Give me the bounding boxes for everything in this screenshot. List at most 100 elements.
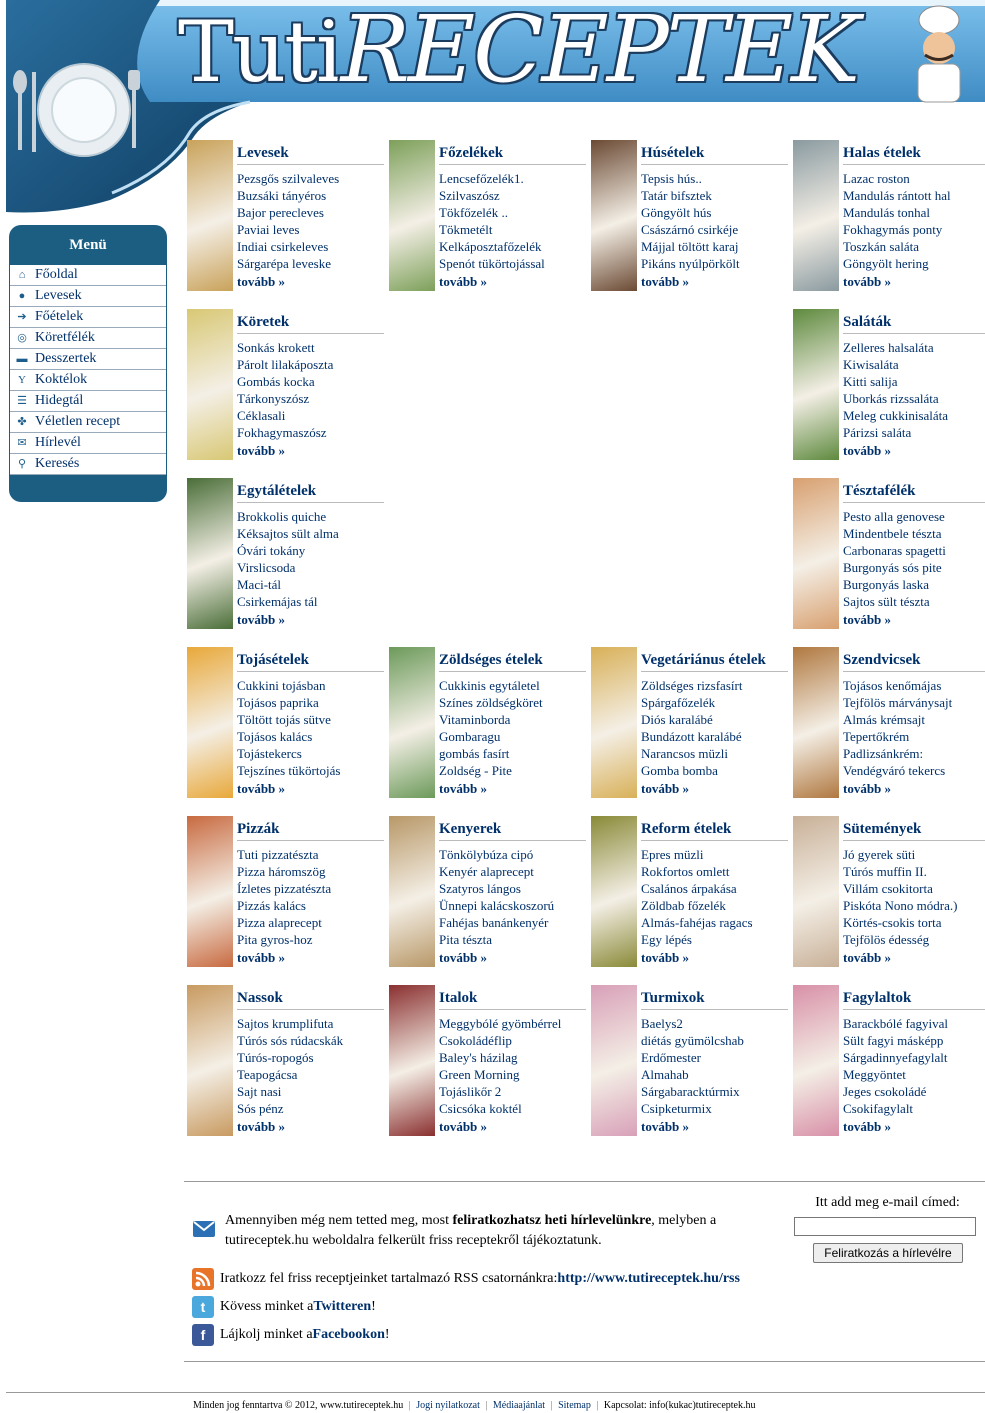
more-link[interactable]: tovább »: [843, 274, 891, 290]
category-thumbnail[interactable]: [591, 985, 637, 1136]
menu-item-1[interactable]: ● Levesek: [10, 286, 166, 307]
recipe-link[interactable]: Bajor perecleves: [237, 204, 339, 221]
category-thumbnail[interactable]: [389, 816, 435, 967]
recipe-link[interactable]: Sonkás krokett: [237, 339, 333, 356]
category-thumbnail[interactable]: [793, 816, 839, 967]
recipe-link[interactable]: Gombás kocka: [237, 373, 333, 390]
recipe-link[interactable]: Tojásos kalács: [237, 728, 340, 745]
category-title[interactable]: Kenyerek: [439, 821, 586, 841]
recipe-link[interactable]: Sárgadinnyefagylalt: [843, 1049, 948, 1066]
recipe-link[interactable]: Kitti salija: [843, 373, 948, 390]
recipe-link[interactable]: Túrós-ropogós: [237, 1049, 343, 1066]
category-thumbnail[interactable]: [793, 478, 839, 629]
recipe-link[interactable]: Csicsóka koktél: [439, 1100, 561, 1117]
recipe-link[interactable]: Zöldbab főzelék: [641, 897, 753, 914]
recipe-link[interactable]: Pesto alla genovese: [843, 508, 946, 525]
more-link[interactable]: tovább »: [641, 950, 689, 966]
recipe-link[interactable]: Erdőmester: [641, 1049, 744, 1066]
sitemap-link[interactable]: Sitemap: [558, 1400, 591, 1411]
category-title[interactable]: Köretek: [237, 314, 384, 334]
recipe-link[interactable]: Párolt lilakáposzta: [237, 356, 333, 373]
recipe-link[interactable]: Meggyöntet: [843, 1066, 948, 1083]
category-title[interactable]: Főzelékek: [439, 145, 586, 165]
recipe-link[interactable]: Padlizsánkrém:: [843, 745, 952, 762]
category-thumbnail[interactable]: [591, 647, 637, 798]
recipe-link[interactable]: Virslicsoda: [237, 559, 339, 576]
facebook-link[interactable]: Facebookon: [313, 1327, 385, 1343]
recipe-link[interactable]: Jeges csokoládé: [843, 1083, 948, 1100]
recipe-link[interactable]: Maci-tál: [237, 576, 339, 593]
recipe-link[interactable]: Burgonyás laska: [843, 576, 946, 593]
recipe-link[interactable]: Barackbólé fagyival: [843, 1015, 948, 1032]
recipe-link[interactable]: Csalános árpakása: [641, 880, 753, 897]
recipe-link[interactable]: Ünnepi kalácskoszorú: [439, 897, 554, 914]
recipe-link[interactable]: Sajtos krumplifuta: [237, 1015, 343, 1032]
subscribe-button[interactable]: Feliratkozás a hírlevélre: [813, 1243, 963, 1263]
recipe-link[interactable]: Tuti pizzatészta: [237, 846, 331, 863]
category-thumbnail[interactable]: [591, 140, 637, 291]
recipe-link[interactable]: Kenyér alaprecept: [439, 863, 554, 880]
category-thumbnail[interactable]: [591, 816, 637, 967]
recipe-link[interactable]: Buzsáki tányéros: [237, 187, 339, 204]
more-link[interactable]: tovább »: [641, 274, 689, 290]
category-thumbnail[interactable]: [793, 140, 839, 291]
recipe-link[interactable]: Szatyros lángos: [439, 880, 554, 897]
recipe-link[interactable]: gombás fasírt: [439, 745, 543, 762]
recipe-link[interactable]: Carbonaras spagetti: [843, 542, 946, 559]
category-title[interactable]: Fagylaltok: [843, 990, 985, 1010]
menu-item-8[interactable]: ✉ Hírlevél: [10, 433, 166, 454]
more-link[interactable]: tovább »: [237, 612, 285, 628]
recipe-link[interactable]: Teapogácsa: [237, 1066, 343, 1083]
category-thumbnail[interactable]: [793, 309, 839, 460]
recipe-link[interactable]: Tejszínes tükörtojás: [237, 762, 340, 779]
recipe-link[interactable]: Tönkölybúza cipó: [439, 846, 554, 863]
recipe-link[interactable]: Ízletes pizzatészta: [237, 880, 331, 897]
more-link[interactable]: tovább »: [843, 612, 891, 628]
more-link[interactable]: tovább »: [439, 1119, 487, 1135]
menu-item-7[interactable]: ✤ Véletlen recept: [10, 412, 166, 433]
recipe-link[interactable]: Tárkonyszósz: [237, 390, 333, 407]
recipe-link[interactable]: Tojáslikőr 2: [439, 1083, 561, 1100]
recipe-link[interactable]: Túrós muffin II.: [843, 863, 957, 880]
category-title[interactable]: Levesek: [237, 145, 384, 165]
category-title[interactable]: Tojásételek: [237, 652, 384, 672]
category-thumbnail[interactable]: [187, 647, 233, 798]
category-title[interactable]: Italok: [439, 990, 586, 1010]
recipe-link[interactable]: Fahéjas banánkenyér: [439, 914, 554, 931]
recipe-link[interactable]: Sárgarépa leveske: [237, 255, 339, 272]
recipe-link[interactable]: Párizsi saláta: [843, 424, 948, 441]
recipe-link[interactable]: Göngyölt hering: [843, 255, 951, 272]
category-thumbnail[interactable]: [389, 985, 435, 1136]
recipe-link[interactable]: Szilvaszósz: [439, 187, 545, 204]
recipe-link[interactable]: Tatár bifsztek: [641, 187, 740, 204]
more-link[interactable]: tovább »: [843, 1119, 891, 1135]
menu-item-3[interactable]: ◎ Köretfélék: [10, 328, 166, 349]
more-link[interactable]: tovább »: [439, 950, 487, 966]
more-link[interactable]: tovább »: [843, 950, 891, 966]
more-link[interactable]: tovább »: [237, 1119, 285, 1135]
category-title[interactable]: Turmixok: [641, 990, 788, 1010]
category-thumbnail[interactable]: [187, 478, 233, 629]
twitter-link[interactable]: Twitteren: [313, 1299, 371, 1315]
recipe-link[interactable]: Green Morning: [439, 1066, 561, 1083]
recipe-link[interactable]: Tejfölös édesség: [843, 931, 957, 948]
category-title[interactable]: Zöldséges ételek: [439, 652, 586, 672]
recipe-link[interactable]: Vendégváró tekercs: [843, 762, 952, 779]
recipe-link[interactable]: Pizzás kalács: [237, 897, 331, 914]
recipe-link[interactable]: Paviai leves: [237, 221, 339, 238]
recipe-link[interactable]: Császárnó csirkéje: [641, 221, 740, 238]
recipe-link[interactable]: Indiai csirkeleves: [237, 238, 339, 255]
menu-item-6[interactable]: ☰ Hidegtál: [10, 391, 166, 412]
category-title[interactable]: Szendvicsek: [843, 652, 985, 672]
recipe-link[interactable]: Fokhagymaszósz: [237, 424, 333, 441]
recipe-link[interactable]: Tökfőzelék ..: [439, 204, 545, 221]
media-link[interactable]: Médiaajánlat: [493, 1400, 545, 1411]
recipe-link[interactable]: Almahab: [641, 1066, 744, 1083]
recipe-link[interactable]: Villám csokitorta: [843, 880, 957, 897]
recipe-link[interactable]: Zelleres halsaláta: [843, 339, 948, 356]
more-link[interactable]: tovább »: [641, 781, 689, 797]
recipe-link[interactable]: Almás-fahéjas ragacs: [641, 914, 753, 931]
recipe-link[interactable]: Pita gyros-hoz: [237, 931, 331, 948]
recipe-link[interactable]: Tökmetélt: [439, 221, 545, 238]
recipe-link[interactable]: Töltött tojás sütve: [237, 711, 340, 728]
